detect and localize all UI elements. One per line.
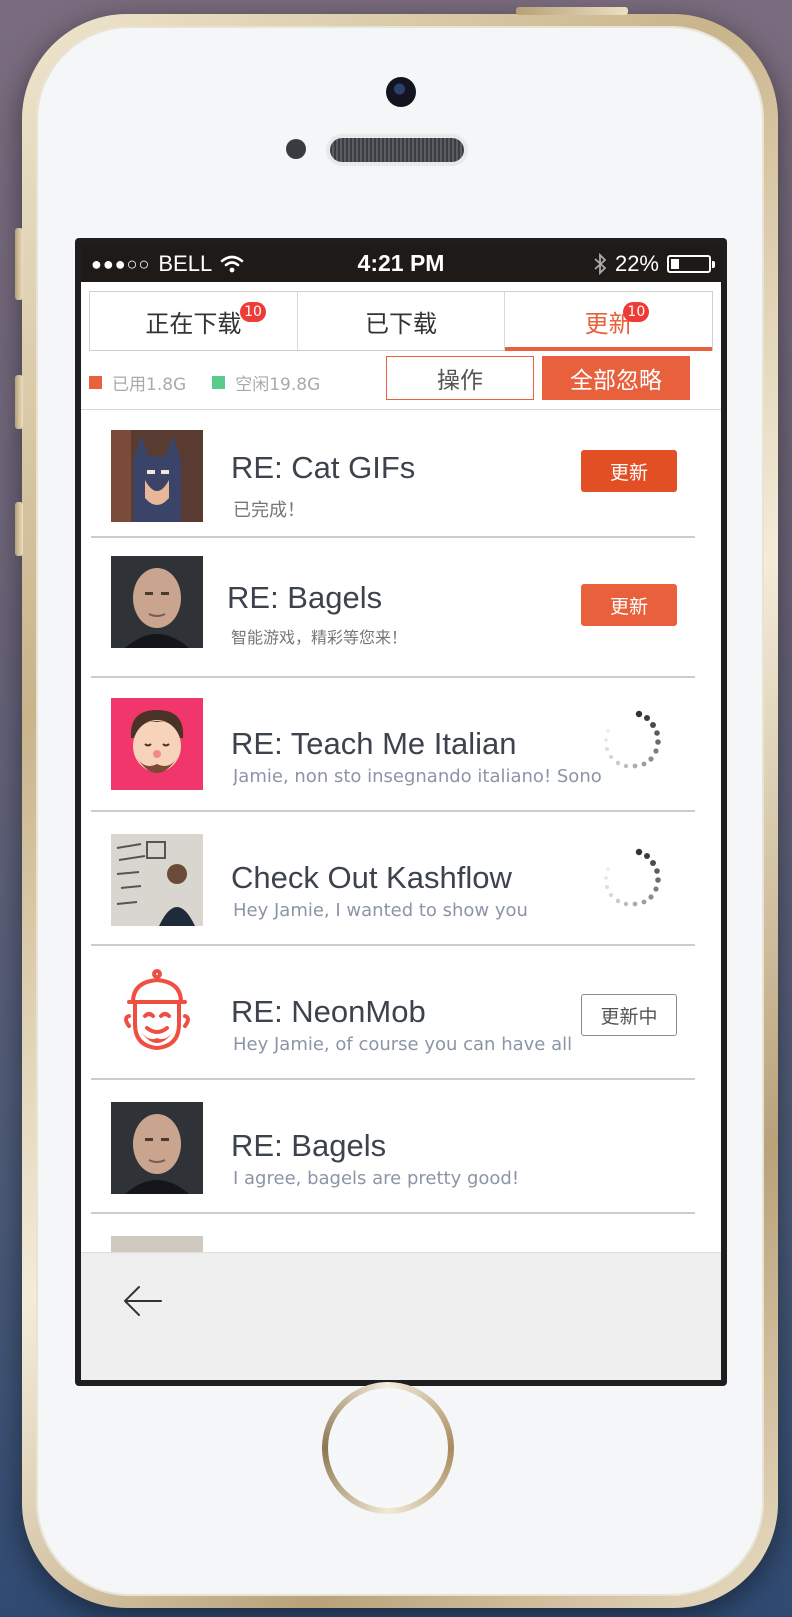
avatar: [111, 834, 203, 926]
list-item[interactable]: RE: Bagels I agree, bagels are pretty go…: [91, 1080, 695, 1214]
battery-percentage: 22%: [614, 251, 659, 276]
avatar-image: [111, 834, 203, 926]
item-title: RE: Bagels: [231, 1128, 387, 1163]
list-item[interactable]: Check Out Kashflow Hey Jamie, I wanted t…: [91, 812, 695, 946]
item-title: RE: Cat GIFs: [231, 450, 416, 485]
updating-button[interactable]: 更新中: [581, 994, 677, 1036]
status-right: 22%: [593, 251, 715, 277]
battery-level: [671, 259, 679, 269]
avatar: [111, 556, 203, 648]
power-button: [516, 7, 628, 15]
proximity-sensor: [286, 139, 306, 159]
tab-downloading[interactable]: 正在下载 10: [90, 292, 298, 350]
avatar: [111, 1236, 203, 1252]
update-list: RE: Cat GIFs 已完成！ 更新 RE: Bagels 智能游戏，精彩等…: [81, 410, 721, 1252]
volume-up-button: [15, 375, 23, 429]
tab-label: 已下载: [365, 309, 437, 338]
avatar-image: [111, 1102, 203, 1194]
neonmob-logo-icon: [111, 968, 203, 1060]
list-item[interactable]: RE: Teach Me Italian Jamie, non sto inse…: [91, 678, 695, 812]
mute-switch: [15, 228, 23, 300]
bottom-bar: [81, 1252, 721, 1380]
list-item[interactable]: RE: Cat GIFs 已完成！ 更新: [91, 410, 695, 538]
list-item[interactable]: RE: NeonMob Hey Jamie, of course you can…: [91, 946, 695, 1080]
used-swatch: [89, 375, 102, 389]
battery-icon: [667, 255, 715, 273]
tab-badge: 10: [240, 302, 266, 322]
item-title: Check Out Kashflow: [231, 860, 512, 895]
avatar-image: [111, 556, 203, 648]
app-screen: ●●●○○ BELL 4:21 PM 22% 正在下载 10 已下载 更新 10…: [81, 244, 721, 1380]
item-title: RE: Bagels: [227, 580, 383, 615]
item-subtitle: 已完成！: [233, 500, 305, 521]
item-subtitle: Hey Jamie, I wanted to show you: [233, 900, 528, 921]
earpiece-speaker: [330, 138, 464, 162]
item-subtitle: I agree, bagels are pretty good!: [233, 1168, 520, 1189]
item-subtitle: 智能游戏，精彩等您来！: [231, 628, 408, 647]
home-button[interactable]: [322, 1382, 454, 1514]
avatar-image: [111, 1236, 203, 1252]
update-button[interactable]: 更新: [581, 450, 677, 492]
ignore-all-button[interactable]: 全部忽略: [542, 356, 690, 400]
back-arrow-icon[interactable]: [121, 1281, 165, 1321]
tab-updates[interactable]: 更新 10: [505, 292, 712, 351]
storage-info: 已用1.8G 空闲19.8G: [89, 364, 320, 400]
avatar: [111, 1102, 203, 1194]
tab-downloaded[interactable]: 已下载: [298, 292, 506, 350]
front-camera: [386, 77, 416, 107]
list-item[interactable]: RE: Bagels 智能游戏，精彩等您来！ 更新: [91, 538, 695, 678]
storage-used: 已用1.8G: [112, 374, 187, 395]
tab-badge: 10: [623, 302, 650, 322]
item-title: RE: Teach Me Italian: [231, 726, 517, 761]
avatar: [111, 430, 203, 522]
item-title: RE: NeonMob: [231, 994, 426, 1029]
operate-button[interactable]: 操作: [386, 356, 534, 400]
item-subtitle: Hey Jamie, of course you can have all: [233, 1034, 573, 1055]
avatar-image: [111, 698, 203, 790]
bluetooth-icon: [594, 252, 607, 276]
update-button[interactable]: 更新: [581, 584, 677, 626]
tab-bar: 正在下载 10 已下载 更新 10: [89, 291, 713, 351]
list-item[interactable]: [91, 1214, 695, 1252]
loading-spinner-icon: [604, 848, 661, 907]
free-swatch: [212, 375, 226, 389]
avatar-image: [111, 430, 203, 522]
status-bar: ●●●○○ BELL 4:21 PM 22%: [81, 244, 721, 282]
loading-spinner-icon: [604, 710, 661, 769]
avatar: [111, 698, 203, 790]
item-subtitle: Jamie, non sto insegnando italiano! Sono: [233, 766, 602, 787]
tab-label: 正在下载: [145, 309, 242, 338]
avatar: [111, 968, 203, 1060]
storage-free: 空闲19.8G: [235, 374, 321, 395]
volume-down-button: [15, 502, 23, 556]
home-button-face: [328, 1388, 448, 1508]
